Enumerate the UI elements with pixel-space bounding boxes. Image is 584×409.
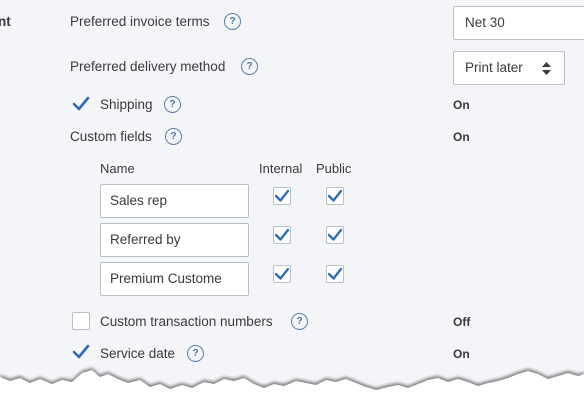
shipping-checkbox[interactable] (72, 95, 90, 113)
invoice-terms-dropdown[interactable]: Net 30 (453, 6, 584, 40)
internal-checkbox[interactable] (273, 226, 291, 244)
checkmark-icon (274, 267, 290, 280)
internal-checkbox[interactable] (273, 265, 291, 283)
sales-form-settings-panel: nt Preferred invoice terms ? Net 30 Pref… (0, 0, 584, 409)
question-circle-icon[interactable]: ? (224, 13, 241, 30)
question-circle-icon[interactable]: ? (291, 313, 308, 330)
custom-transaction-numbers-label: Custom transaction numbers (100, 314, 273, 329)
question-circle-icon[interactable]: ? (165, 128, 182, 145)
delivery-method-select[interactable]: Print later (453, 51, 565, 85)
custom-transaction-numbers-status: Off (453, 315, 471, 329)
checkmark-icon (72, 96, 90, 111)
checkmark-icon (327, 228, 343, 241)
torn-edge-decoration (0, 368, 584, 409)
invoice-terms-label: Preferred invoice terms (70, 14, 210, 29)
question-circle-icon[interactable]: ? (164, 96, 181, 113)
custom-field-name-input[interactable]: Referred by (100, 223, 249, 257)
up-down-caret-icon (542, 62, 551, 75)
invoice-terms-value: Net 30 (465, 15, 505, 30)
checkmark-icon (327, 267, 343, 280)
custom-field-name-input[interactable]: Sales rep (100, 184, 249, 218)
column-header-internal: Internal (259, 161, 303, 176)
internal-checkbox[interactable] (273, 187, 291, 205)
custom-transaction-numbers-checkbox[interactable] (72, 312, 90, 330)
checkmark-icon (327, 189, 343, 202)
checkmark-icon (274, 189, 290, 202)
custom-fields-status: On (453, 130, 470, 144)
custom-field-name-input[interactable]: Premium Custome (100, 262, 249, 296)
public-checkbox[interactable] (326, 226, 344, 244)
custom-fields-label: Custom fields (70, 129, 152, 144)
delivery-method-value: Print later (465, 60, 523, 75)
checkmark-icon (274, 228, 290, 241)
section-title-fragment: nt (0, 14, 11, 29)
column-header-public: Public (316, 161, 352, 176)
shipping-label: Shipping (100, 97, 153, 112)
public-checkbox[interactable] (326, 187, 344, 205)
public-checkbox[interactable] (326, 265, 344, 283)
column-header-name: Name (100, 161, 135, 176)
delivery-method-label: Preferred delivery method (70, 59, 226, 74)
question-circle-icon[interactable]: ? (241, 58, 258, 75)
shipping-status: On (453, 98, 470, 112)
